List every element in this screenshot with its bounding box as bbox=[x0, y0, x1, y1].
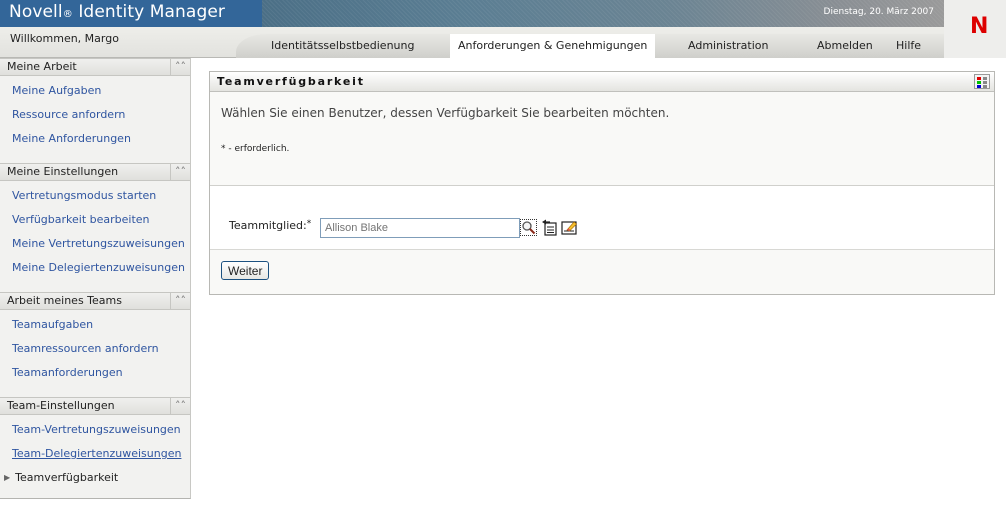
sidebar-section-header: Team-Einstellungen ˄˄ bbox=[0, 397, 190, 415]
sidebar-item-request-team-resources[interactable]: Teamressourcen anfordern bbox=[0, 337, 190, 361]
tab-identity-self-service[interactable]: Identitätsselbstbedienung bbox=[271, 34, 414, 58]
instructions-text: Wählen Sie einen Benutzer, dessen Verfüg… bbox=[221, 106, 670, 120]
double-chevron-up-icon[interactable]: ˄˄ bbox=[170, 293, 190, 309]
current-date: Dienstag, 20. März 2007 bbox=[823, 7, 934, 17]
sidebar-section-title: Meine Arbeit bbox=[7, 60, 77, 73]
sidebar: Meine Arbeit ˄˄ Meine Aufgaben Ressource… bbox=[0, 58, 191, 499]
next-button[interactable]: Weiter bbox=[221, 261, 270, 280]
double-chevron-up-icon[interactable]: ˄˄ bbox=[170, 398, 190, 414]
tab-requests-approvals[interactable]: Anforderungen & Genehmigungen bbox=[450, 34, 656, 58]
sidebar-item-team-delegate-assignments[interactable]: Team-Delegiertenzuweisungen bbox=[0, 442, 190, 466]
sidebar-item-my-delegate-assignments[interactable]: Meine Delegiertenzuweisungen bbox=[0, 256, 190, 280]
required-note: * - erforderlich. bbox=[221, 144, 290, 154]
sidebar-item-request-resource[interactable]: Ressource anfordern bbox=[0, 103, 190, 127]
panel-title: Teamverfügbarkeit bbox=[217, 75, 365, 88]
brand-name: Novell bbox=[9, 2, 63, 22]
divider bbox=[210, 249, 994, 250]
team-member-label: Teammitglied:* bbox=[229, 219, 311, 232]
history-list-icon[interactable] bbox=[541, 219, 558, 236]
sidebar-item-team-availability[interactable]: ▶ Teamverfügbarkeit bbox=[0, 466, 190, 490]
sidebar-item-my-tasks[interactable]: Meine Aufgaben bbox=[0, 79, 190, 103]
sidebar-section-header: Meine Arbeit ˄˄ bbox=[0, 58, 190, 76]
sidebar-item-my-requests[interactable]: Meine Anforderungen bbox=[0, 127, 190, 151]
sidebar-item-team-tasks[interactable]: Teamaufgaben bbox=[0, 313, 190, 337]
team-availability-panel: Teamverfügbarkeit Wählen Sie einen Benut… bbox=[209, 71, 995, 295]
required-asterisk: * bbox=[306, 219, 312, 229]
logo-area: N bbox=[944, 0, 1006, 58]
sidebar-item-label: Teamverfügbarkeit bbox=[15, 471, 119, 484]
sidebar-section-team-work: Arbeit meines Teams ˄˄ Teamaufgaben Team… bbox=[0, 292, 190, 397]
form-area: Teammitglied:* bbox=[210, 186, 994, 249]
sidebar-section-team-settings: Team-Einstellungen ˄˄ Team-Vertretungszu… bbox=[0, 397, 190, 502]
sidebar-item-my-proxy-assignments[interactable]: Meine Vertretungszuweisungen bbox=[0, 232, 190, 256]
logout-link[interactable]: Abmelden bbox=[817, 34, 873, 58]
clear-edit-icon[interactable] bbox=[561, 219, 578, 236]
sidebar-section-my-work: Meine Arbeit ˄˄ Meine Aufgaben Ressource… bbox=[0, 58, 190, 163]
sidebar-section-header: Meine Einstellungen ˄˄ bbox=[0, 163, 190, 181]
novell-logo-icon: N bbox=[970, 14, 989, 39]
team-member-input[interactable] bbox=[320, 218, 520, 238]
double-chevron-up-icon[interactable]: ˄˄ bbox=[170, 59, 190, 75]
sidebar-item-start-proxy-mode[interactable]: Vertretungsmodus starten bbox=[0, 184, 190, 208]
panel-header: Teamverfügbarkeit bbox=[210, 72, 994, 92]
brand-bar: Novell® Identity Manager bbox=[0, 0, 262, 27]
help-link[interactable]: Hilfe bbox=[896, 34, 921, 58]
sidebar-section-title: Meine Einstellungen bbox=[7, 165, 119, 178]
double-chevron-up-icon[interactable]: ˄˄ bbox=[170, 164, 190, 180]
product-name: Identity Manager bbox=[78, 2, 225, 22]
sidebar-section-title: Team-Einstellungen bbox=[7, 399, 115, 412]
main-nav: Identitätsselbstbedienung Anforderungen … bbox=[236, 34, 944, 58]
sidebar-section-my-settings: Meine Einstellungen ˄˄ Vertretungsmodus … bbox=[0, 163, 190, 292]
sidebar-item-team-requests[interactable]: Teamanforderungen bbox=[0, 361, 190, 385]
panel-options-icon[interactable] bbox=[974, 74, 990, 89]
search-icon[interactable] bbox=[520, 219, 537, 236]
header-banner: Dienstag, 20. März 2007 bbox=[262, 0, 944, 27]
label-text: Teammitglied: bbox=[229, 219, 307, 232]
welcome-message: Willkommen, Margo bbox=[10, 32, 119, 45]
current-item-bullet-icon: ▶ bbox=[4, 473, 11, 482]
sidebar-item-team-proxy-assignments[interactable]: Team-Vertretungszuweisungen bbox=[0, 418, 190, 442]
sidebar-item-label: Team-Delegiertenzuweisungen bbox=[12, 447, 182, 460]
app-header: Novell® Identity Manager Dienstag, 20. M… bbox=[0, 0, 1006, 58]
registered-mark: ® bbox=[62, 9, 73, 20]
app-title: Novell® Identity Manager bbox=[9, 2, 225, 22]
tab-administration[interactable]: Administration bbox=[688, 34, 769, 58]
sidebar-section-title: Arbeit meines Teams bbox=[7, 294, 122, 307]
sidebar-section-header: Arbeit meines Teams ˄˄ bbox=[0, 292, 190, 310]
sidebar-item-edit-availability[interactable]: Verfügbarkeit bearbeiten bbox=[0, 208, 190, 232]
